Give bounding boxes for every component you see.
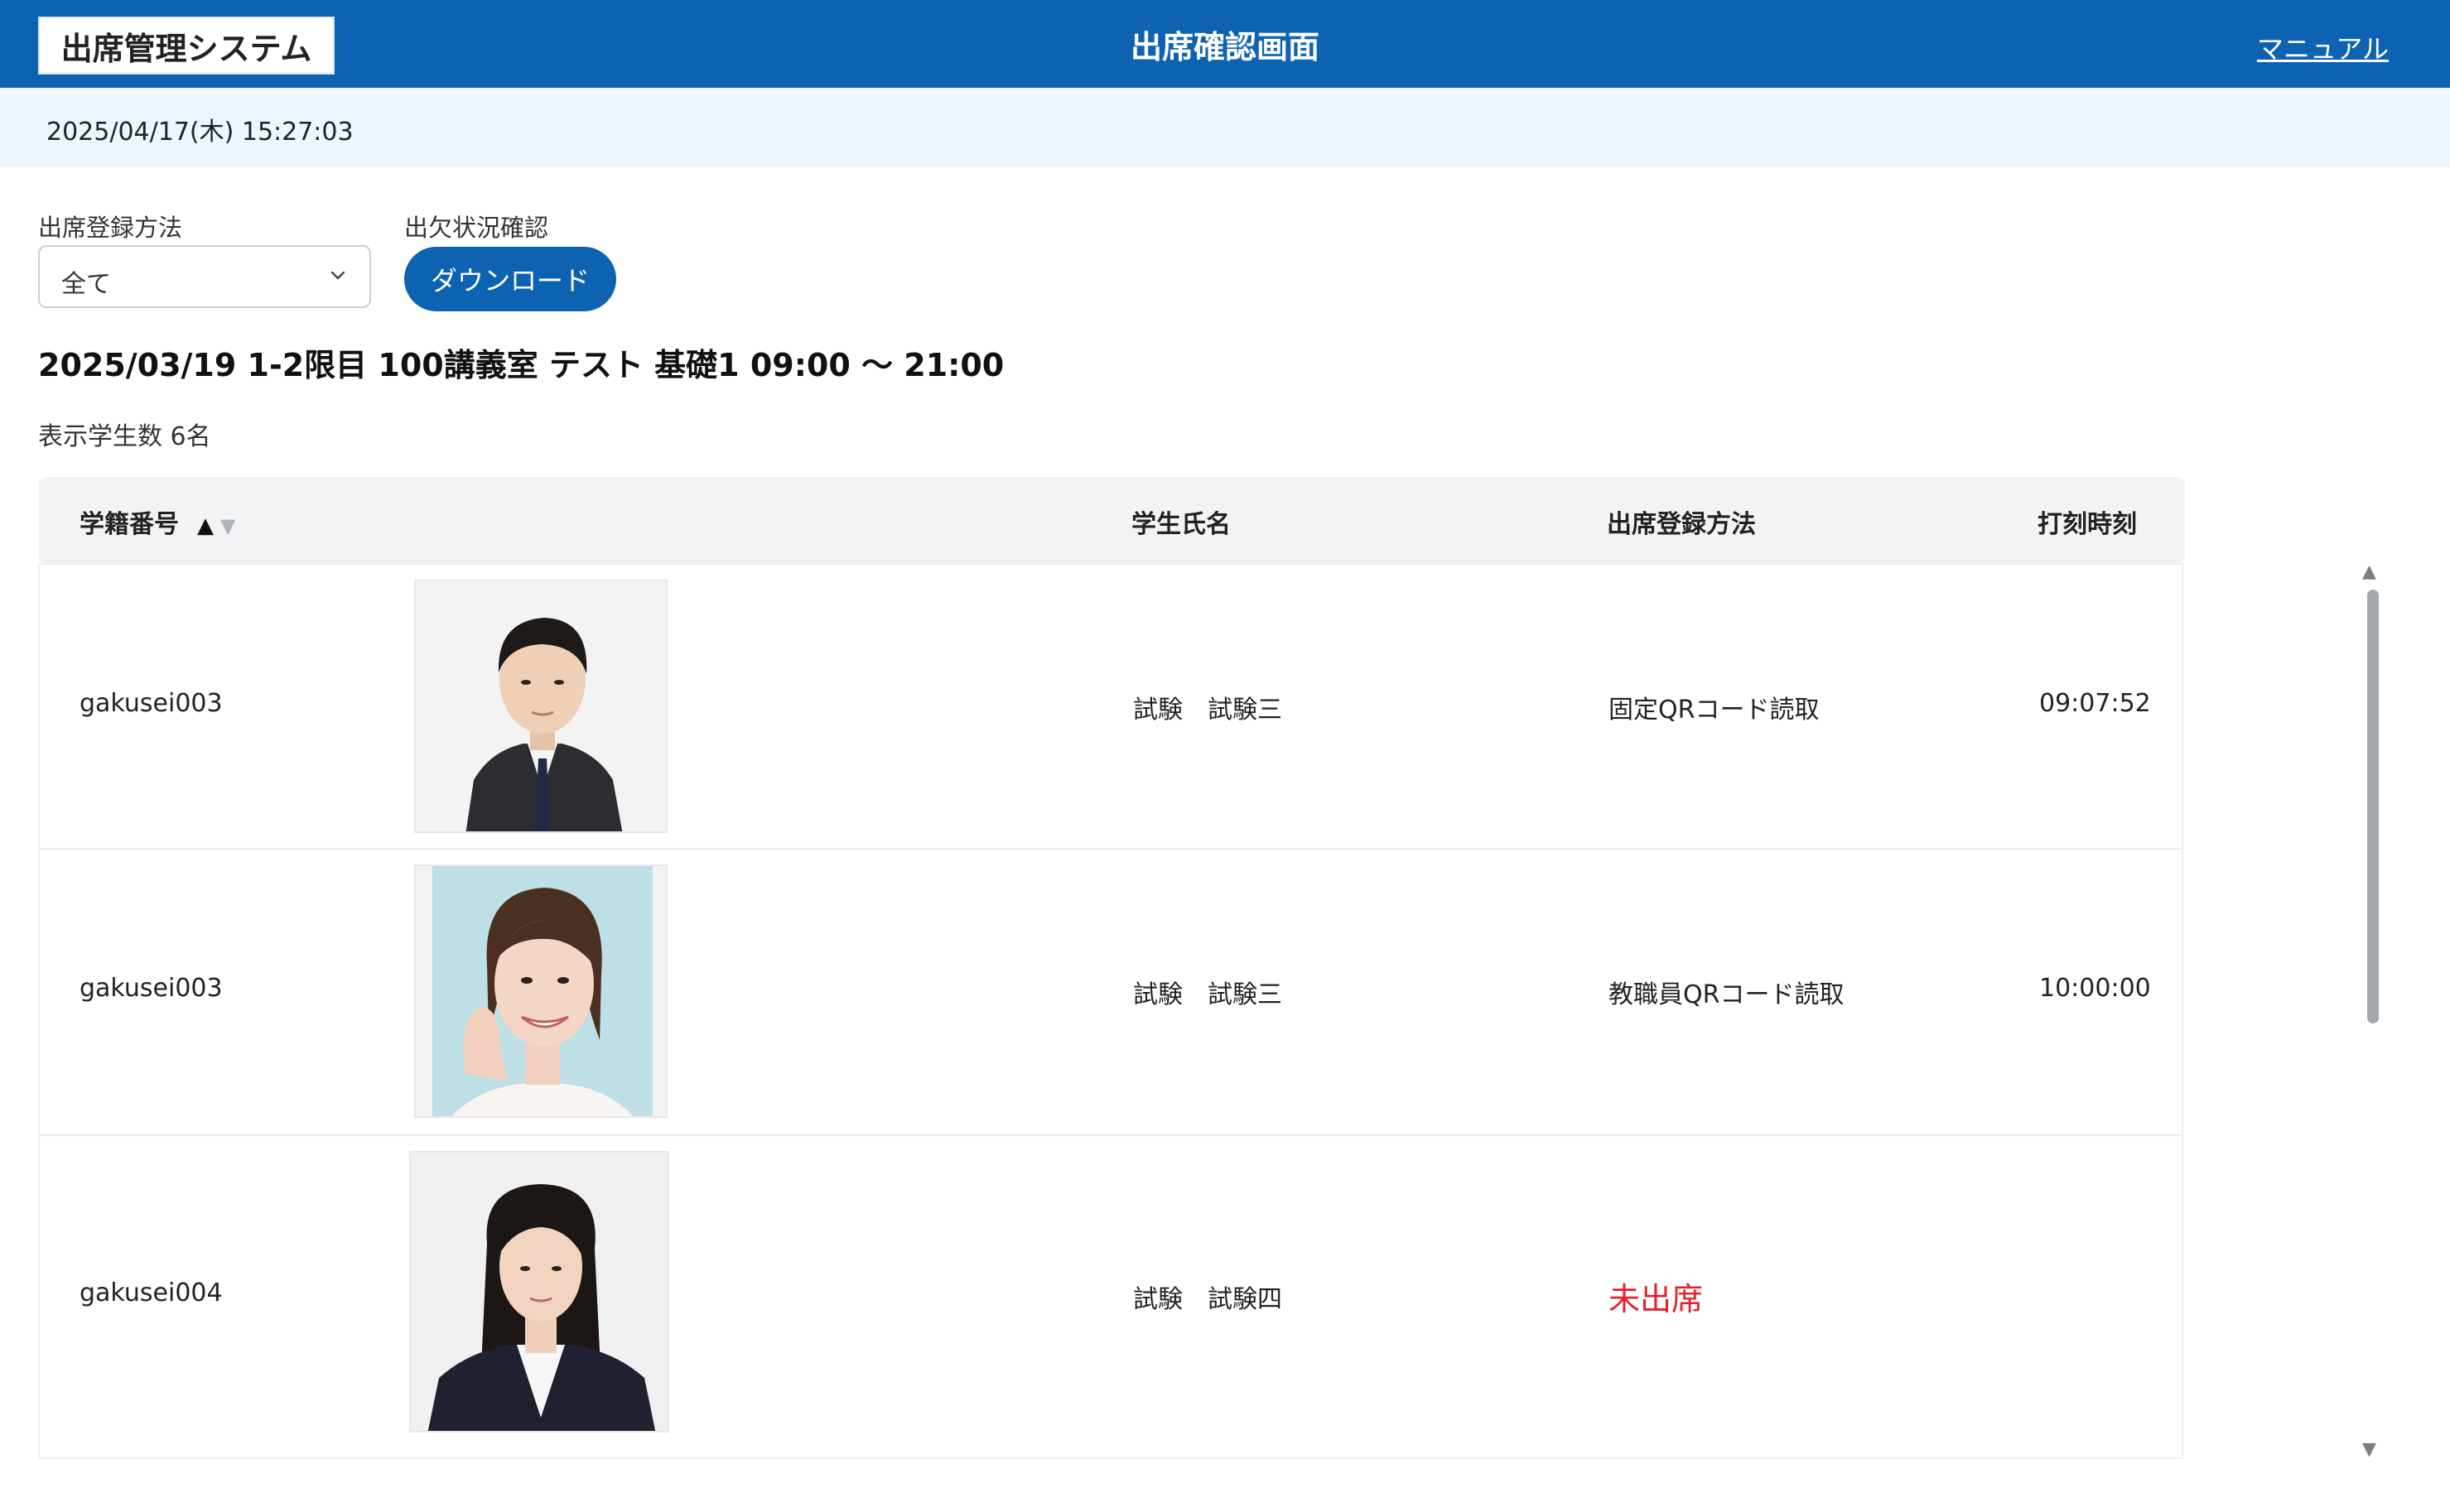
table-body: gakusei003 試験 試験三 固定QRコード読取 09:07:52 gak… [38,563,2185,1459]
sort-desc-icon[interactable]: ▼ [220,514,235,537]
scrollbar-thumb[interactable] [2367,590,2379,1023]
female-portrait-icon [416,866,666,1116]
female-portrait-icon [411,1153,668,1431]
current-datetime: 2025/04/17(木) 15:27:03 [46,118,354,147]
student-name-cell: 試験 試験三 [1133,696,1282,725]
student-id-cell: gakusei004 [80,1278,223,1307]
chevron-down-icon [330,271,345,280]
female-portrait-photo [409,1151,669,1433]
method-filter-label: 出席登録方法 [38,214,183,242]
date-bar [0,88,2450,167]
download-button[interactable]: ダウンロード [404,247,616,311]
attendance-table: 学籍番号 ▲ ▼ 学生氏名 出席登録方法 打刻時刻 gakusei003 試験 … [38,477,2185,1462]
table-row: gakusei003 試験 試験三 固定QRコード読取 09:07:52 [38,563,2183,850]
app-logo[interactable]: 出席管理システム [38,17,335,75]
table-row: gakusei003 試験 試験三 教職員QRコード読取 10:00:00 [38,850,2183,1136]
method-cell-absent: 未出席 [1608,1281,1704,1317]
method-filter-select[interactable]: 全て [38,245,371,308]
method-cell: 教職員QRコード読取 [1608,980,1845,1009]
table-row: gakusei004 試験 試験四 未出席 [38,1136,2183,1459]
time-cell: 10:00:00 [2039,974,2151,1003]
male-portrait-icon [416,581,666,831]
manual-link[interactable]: マニュアル [2257,28,2389,66]
time-cell: 09:07:52 [2039,689,2151,718]
student-id-cell: gakusei003 [80,974,223,1003]
session-title: 2025/03/19 1-2限目 100講義室 テスト 基礎1 09:00 ～ … [38,347,1005,383]
male-portrait-photo [414,580,668,833]
student-id-cell: gakusei003 [80,689,223,718]
student-name-cell: 試験 試験三 [1133,980,1282,1009]
header-student-name: 学生氏名 [1131,510,1231,539]
sort-asc-icon[interactable]: ▲ [197,513,214,538]
header-student-id-label: 学籍番号 [80,510,179,539]
method-cell: 固定QRコード読取 [1608,696,1820,725]
table-header: 学籍番号 ▲ ▼ 学生氏名 出席登録方法 打刻時刻 [38,477,2185,560]
header-student-id[interactable]: 学籍番号 ▲ ▼ [80,503,235,540]
header-time: 打刻時刻 [2038,510,2137,539]
header-method: 出席登録方法 [1607,510,1756,539]
scroll-down-arrow-icon[interactable]: ▼ [2362,1439,2376,1460]
female-portrait-photo [414,864,668,1118]
status-check-label: 出欠状況確認 [404,214,549,242]
app-header [0,0,2450,88]
student-count: 表示学生数 6名 [38,422,211,451]
student-name-cell: 試験 試験四 [1133,1285,1282,1314]
method-filter-value: 全て [61,270,111,299]
scroll-up-arrow-icon[interactable]: ▲ [2362,561,2376,582]
